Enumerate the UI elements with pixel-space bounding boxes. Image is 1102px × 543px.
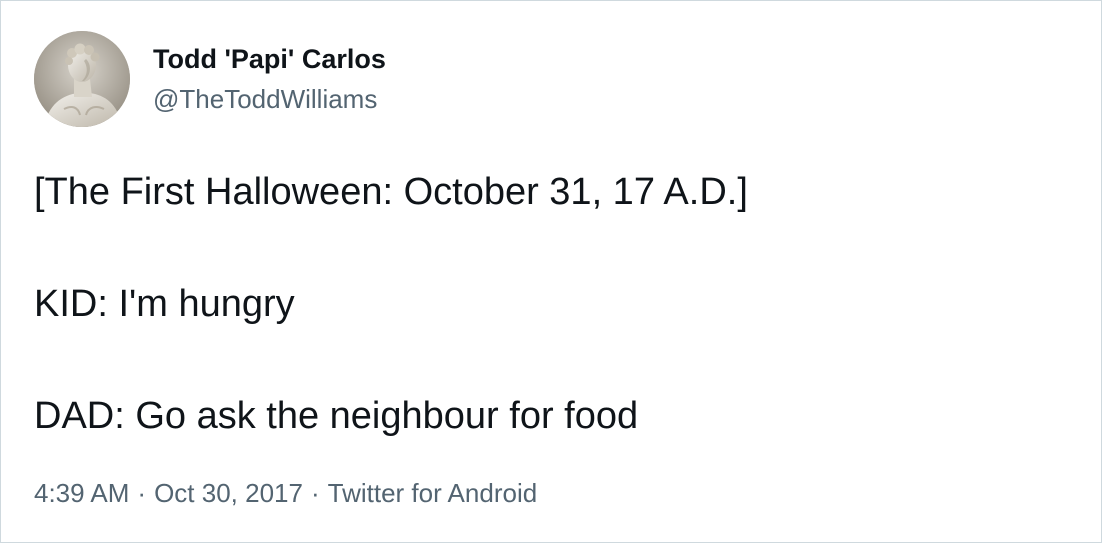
author-display-name[interactable]: Todd 'Papi' Carlos	[153, 43, 386, 75]
tweet-date[interactable]: Oct 30, 2017	[154, 478, 303, 508]
meta-separator: ·	[310, 478, 320, 508]
tweet-text-line: DAD: Go ask the neighbour for food	[34, 395, 639, 437]
tweet-card: Todd 'Papi' Carlos @TheToddWilliams [The…	[0, 0, 1102, 543]
tweet-text-line: KID: I'm hungry	[34, 283, 295, 325]
tweet-time[interactable]: 4:39 AM	[34, 478, 129, 508]
tweet-paragraph-gap	[34, 220, 1074, 276]
tweet-meta: 4:39 AM · Oct 30, 2017 · Twitter for Android	[34, 476, 537, 510]
avatar[interactable]	[34, 31, 130, 127]
tweet-source: Twitter for Android	[327, 478, 538, 508]
author-handle[interactable]: @TheToddWilliams	[153, 83, 377, 115]
tweet-paragraph-gap	[34, 332, 1074, 388]
tweet-text: [The First Halloween: October 31, 17 A.D…	[34, 164, 1074, 444]
meta-separator: ·	[137, 478, 147, 508]
tweet-text-line: [The First Halloween: October 31, 17 A.D…	[34, 171, 748, 213]
marble-bust-avatar-icon	[34, 31, 130, 127]
